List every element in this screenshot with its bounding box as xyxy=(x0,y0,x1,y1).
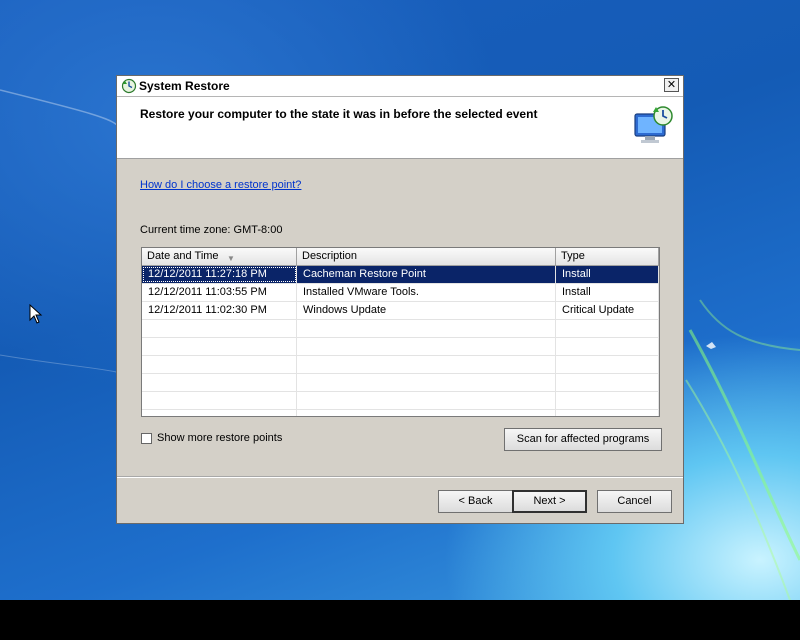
system-restore-icon xyxy=(121,78,137,94)
show-more-checkbox[interactable] xyxy=(141,432,152,444)
next-button[interactable]: Next > xyxy=(512,490,587,513)
cell-description: Cacheman Restore Point xyxy=(297,266,556,283)
empty-row xyxy=(142,320,659,338)
cancel-button[interactable]: Cancel xyxy=(597,490,672,513)
cell-description: Windows Update xyxy=(297,302,556,319)
restore-points-table[interactable]: Date and Time ▼ Description Type 12/12/2… xyxy=(141,247,660,417)
table-row[interactable]: 12/12/2011 11:27:18 PM Cacheman Restore … xyxy=(142,266,659,284)
computer-restore-icon xyxy=(634,106,673,143)
timezone-label: Current time zone: GMT-8:00 xyxy=(140,224,283,236)
cell-type: Critical Update xyxy=(556,302,659,319)
mouse-cursor-icon xyxy=(29,304,43,324)
system-restore-dialog: System Restore ✕ Restore your computer t… xyxy=(116,75,684,524)
show-more-option[interactable]: Show more restore points xyxy=(141,432,282,444)
empty-row xyxy=(142,392,659,410)
empty-row xyxy=(142,410,659,416)
cell-date: 12/12/2011 11:27:18 PM xyxy=(142,266,297,283)
cell-type: Install xyxy=(556,284,659,301)
table-row[interactable]: 12/12/2011 11:03:55 PM Installed VMware … xyxy=(142,284,659,302)
column-header-type[interactable]: Type xyxy=(556,248,659,265)
show-more-label: Show more restore points xyxy=(157,432,283,444)
cell-date: 12/12/2011 11:03:55 PM xyxy=(142,284,297,301)
window-title: System Restore xyxy=(139,79,230,93)
cell-type: Install xyxy=(556,266,659,283)
empty-row xyxy=(142,338,659,356)
table-body: 12/12/2011 11:27:18 PM Cacheman Restore … xyxy=(142,266,659,416)
back-button[interactable]: < Back xyxy=(438,490,513,513)
column-header-date[interactable]: Date and Time ▼ xyxy=(142,248,297,265)
table-header: Date and Time ▼ Description Type xyxy=(142,248,659,266)
cell-description: Installed VMware Tools. xyxy=(297,284,556,301)
sort-descending-icon: ▼ xyxy=(227,254,235,263)
empty-row xyxy=(142,374,659,392)
bottom-black-bar xyxy=(0,600,800,640)
empty-row xyxy=(142,356,659,374)
column-header-description[interactable]: Description xyxy=(297,248,556,265)
close-button[interactable]: ✕ xyxy=(664,78,679,92)
table-row[interactable]: 12/12/2011 11:02:30 PM Windows Update Cr… xyxy=(142,302,659,320)
title-bar[interactable]: System Restore ✕ xyxy=(117,76,683,97)
dialog-header: Restore your computer to the state it wa… xyxy=(117,97,683,159)
footer-divider xyxy=(117,476,683,478)
header-heading: Restore your computer to the state it wa… xyxy=(140,107,538,121)
help-link[interactable]: How do I choose a restore point? xyxy=(140,179,301,191)
cell-date: 12/12/2011 11:02:30 PM xyxy=(142,302,297,319)
scan-affected-programs-button[interactable]: Scan for affected programs xyxy=(504,428,662,451)
